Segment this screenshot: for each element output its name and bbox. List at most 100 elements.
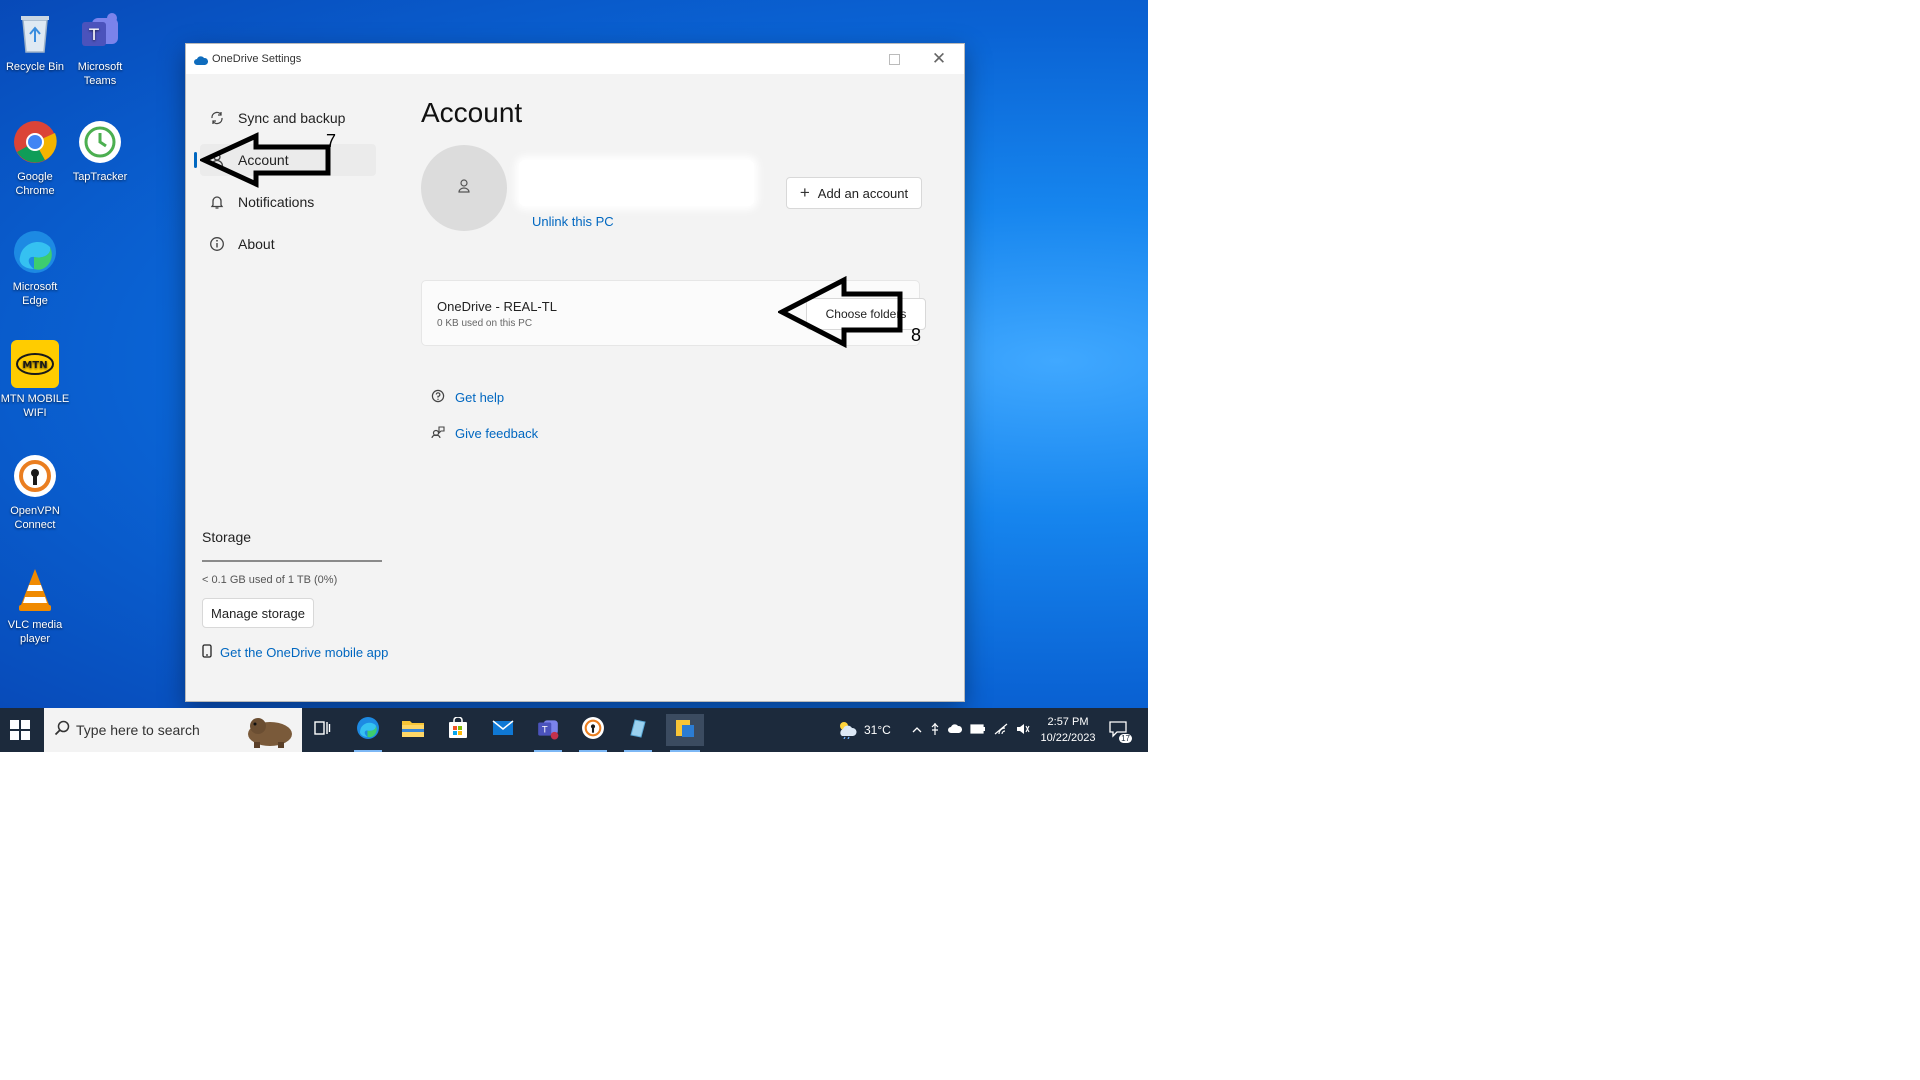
onedrive-usage-text: 0 KB used on this PC <box>437 318 533 329</box>
folder-icon <box>401 718 425 743</box>
desktop-icon-teams[interactable]: T Microsoft Teams <box>65 8 135 88</box>
running-indicator <box>534 750 562 752</box>
taskbar-clock[interactable]: 2:57 PM 10/22/2023 <box>1036 714 1100 746</box>
network-icon[interactable] <box>994 723 1008 738</box>
desktop: Recycle Bin T Microsoft Teams Google Chr… <box>0 0 1148 752</box>
teams-icon: T <box>536 716 560 745</box>
redacted-account-info <box>519 160 754 206</box>
taskbar-teams[interactable]: T <box>532 714 564 752</box>
taskbar-mail[interactable] <box>487 714 519 746</box>
desktop-icon-label: TapTracker <box>72 171 128 183</box>
nav-item-label: Notifications <box>238 194 315 210</box>
mtn-icon: MTN <box>11 340 59 388</box>
arrow-annotation-choose-folders <box>778 276 903 348</box>
give-feedback-label: Give feedback <box>455 426 539 441</box>
weather-temperature: 31°C <box>864 723 891 737</box>
usb-icon[interactable] <box>930 722 940 739</box>
svg-text:MTN: MTN <box>22 360 47 371</box>
chrome-icon <box>11 118 59 166</box>
desktop-icon-taptracker[interactable]: TapTracker <box>65 118 135 184</box>
maximize-icon <box>888 53 900 65</box>
sync-icon <box>208 110 226 126</box>
clock-time: 2:57 PM <box>1047 716 1089 728</box>
chevron-up-icon[interactable] <box>912 723 922 737</box>
running-indicator <box>670 750 700 752</box>
svg-text:T: T <box>88 25 99 44</box>
close-icon: ✕ <box>931 49 947 68</box>
battery-icon[interactable] <box>970 723 986 737</box>
vlc-icon <box>11 566 59 614</box>
desktop-icon-label: MTN MOBILE WIFI <box>0 393 70 419</box>
desktop-icon-label: Recycle Bin <box>5 61 65 73</box>
arrow-annotation-account <box>200 132 331 188</box>
task-view-button[interactable] <box>306 714 338 746</box>
manage-storage-button[interactable]: Manage storage <box>202 598 314 628</box>
mail-icon <box>492 719 514 741</box>
person-icon <box>456 177 472 200</box>
step-8-label: 8 <box>911 325 922 345</box>
avatar <box>421 145 507 231</box>
clock-date: 10/22/2023 <box>1040 732 1096 744</box>
taskbar-edge[interactable] <box>352 714 384 752</box>
add-account-label: Add an account <box>817 185 909 201</box>
running-indicator <box>624 750 652 752</box>
desktop-icon-edge[interactable]: Microsoft Edge <box>0 228 70 308</box>
system-tray <box>912 708 1030 752</box>
taptracker-icon <box>76 118 124 166</box>
start-button[interactable] <box>10 720 30 745</box>
task-view-icon <box>313 720 331 741</box>
mobile-app-link[interactable]: Get the OneDrive mobile app <box>202 644 388 661</box>
running-indicator <box>354 750 382 752</box>
desktop-icon-vlc[interactable]: VLC media player <box>0 566 70 646</box>
close-button[interactable]: ✕ <box>919 44 959 74</box>
desktop-icon-recycle-bin[interactable]: Recycle Bin <box>0 8 70 74</box>
nav-item-notifications[interactable]: Notifications <box>200 186 376 218</box>
taskbar-openvpn[interactable] <box>577 714 609 752</box>
weather-widget[interactable]: 31°C <box>836 708 891 752</box>
storage-usage-bar <box>202 560 382 562</box>
notification-center-button[interactable]: 17 <box>1108 708 1132 752</box>
storage-used-text: < 0.1 GB used of 1 TB (0%) <box>202 574 338 586</box>
app-tool-icon <box>627 717 649 744</box>
get-help-link[interactable]: Get help <box>431 389 504 406</box>
windows-logo-icon <box>10 720 30 744</box>
help-icon <box>431 389 445 406</box>
page-title: Account <box>421 97 523 128</box>
edge-icon <box>11 228 59 276</box>
step-7-label: 7 <box>326 131 337 151</box>
openvpn-icon <box>11 452 59 500</box>
desktop-icon-label: Microsoft Teams <box>77 61 123 87</box>
maximize-button[interactable] <box>874 44 914 74</box>
taskbar-onedrive-settings[interactable] <box>666 714 704 752</box>
notification-icon: 17 <box>1108 720 1132 743</box>
taskbar-store[interactable] <box>442 714 474 746</box>
desktop-icon-mtn[interactable]: MTN MTN MOBILE WIFI <box>0 340 70 420</box>
add-account-button[interactable]: + Add an account <box>786 177 922 209</box>
volume-icon[interactable] <box>1016 723 1030 738</box>
running-indicator <box>579 750 607 752</box>
edge-icon <box>356 716 380 745</box>
give-feedback-link[interactable]: Give feedback <box>431 425 538 442</box>
taskbar-app-tool[interactable] <box>622 714 654 752</box>
search-highlight-image <box>244 712 296 748</box>
feedback-icon <box>431 425 445 442</box>
nav-item-label: About <box>238 236 275 252</box>
onedrive-cloud-icon[interactable] <box>948 723 963 737</box>
onedrive-cloud-icon <box>194 53 209 71</box>
search-placeholder: Type here to search <box>76 722 200 738</box>
teams-icon: T <box>76 8 124 56</box>
taskbar-search-box[interactable]: Type here to search <box>44 708 302 752</box>
window-titlebar[interactable]: OneDrive Settings ✕ <box>186 44 964 74</box>
info-icon <box>208 236 226 252</box>
desktop-icon-chrome[interactable]: Google Chrome <box>0 118 70 198</box>
bell-icon <box>208 194 226 210</box>
taskbar-file-explorer[interactable] <box>397 714 429 746</box>
desktop-icon-openvpn[interactable]: OpenVPN Connect <box>0 452 70 532</box>
weather-icon <box>836 719 858 742</box>
unlink-pc-link[interactable]: Unlink this PC <box>532 214 614 229</box>
svg-text:T: T <box>541 725 548 735</box>
nav-item-sync-and-backup[interactable]: Sync and backup <box>200 102 376 134</box>
store-icon <box>448 715 468 744</box>
nav-item-about[interactable]: About <box>200 228 376 260</box>
desktop-icon-label: Microsoft Edge <box>12 281 58 307</box>
